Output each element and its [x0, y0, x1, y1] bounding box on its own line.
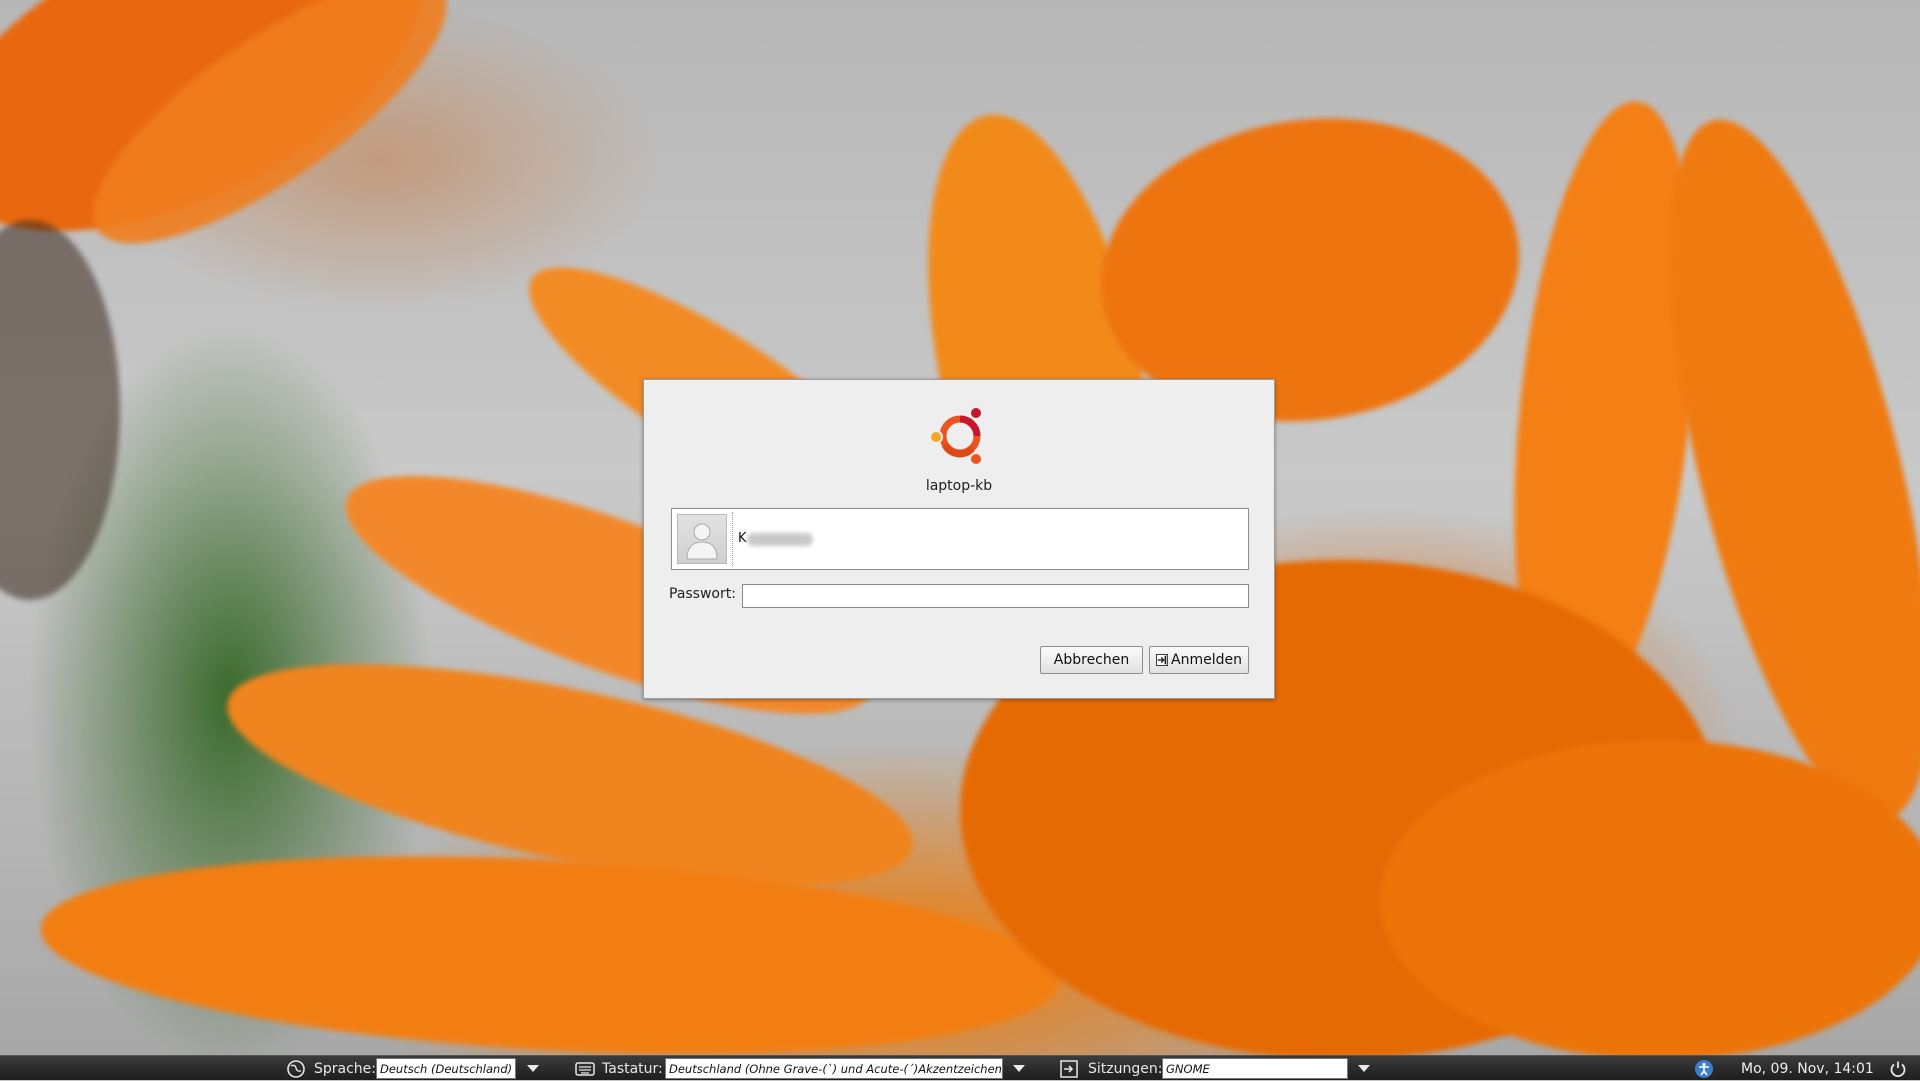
user-list[interactable]: K — [671, 508, 1249, 570]
session-dropdown-arrow-icon[interactable] — [1350, 1058, 1378, 1079]
login-dialog: laptop-kb K Passwort: Abbrechen Anmelden — [643, 379, 1275, 699]
language-select[interactable]: Deutsch (Deutschland) — [376, 1058, 516, 1079]
bottom-panel: Sprache: Deutsch (Deutschland) Tastatur:… — [0, 1055, 1920, 1080]
keyboard-label: Tastatur: — [602, 1060, 663, 1077]
username-label: K — [738, 531, 747, 546]
keyboard-layout-select[interactable]: Deutschland (Ohne Grave-(`) und Acute-(´… — [665, 1058, 1003, 1079]
language-globe-icon — [286, 1056, 306, 1081]
hostname-label: laptop-kb — [925, 478, 993, 494]
accessibility-icon[interactable] — [1694, 1056, 1714, 1081]
user-list-item[interactable]: K — [675, 512, 1245, 566]
power-icon[interactable] — [1889, 1056, 1907, 1081]
user-row-separator — [732, 512, 733, 566]
language-dropdown-arrow-icon[interactable] — [519, 1058, 547, 1079]
session-label: Sitzungen: — [1088, 1060, 1163, 1077]
session-icon — [1060, 1056, 1080, 1081]
login-button-label: Anmelden — [1171, 652, 1242, 668]
cancel-button[interactable]: Abbrechen — [1040, 646, 1143, 674]
keyboard-icon — [575, 1056, 595, 1081]
password-label: Passwort: — [669, 586, 736, 602]
user-avatar-icon — [677, 514, 727, 564]
password-field[interactable] — [742, 584, 1249, 608]
login-icon — [1156, 653, 1169, 667]
session-select[interactable]: GNOME — [1162, 1058, 1348, 1079]
cancel-button-label: Abbrechen — [1053, 652, 1130, 668]
clock-label: Mo, 09. Nov, 14:01 — [1741, 1060, 1874, 1077]
keyboard-dropdown-arrow-icon[interactable] — [1005, 1058, 1033, 1079]
login-button[interactable]: Anmelden — [1149, 646, 1249, 674]
language-label: Sprache: — [314, 1060, 377, 1077]
username-redaction — [747, 533, 813, 546]
ubuntu-logo-icon — [929, 406, 983, 466]
